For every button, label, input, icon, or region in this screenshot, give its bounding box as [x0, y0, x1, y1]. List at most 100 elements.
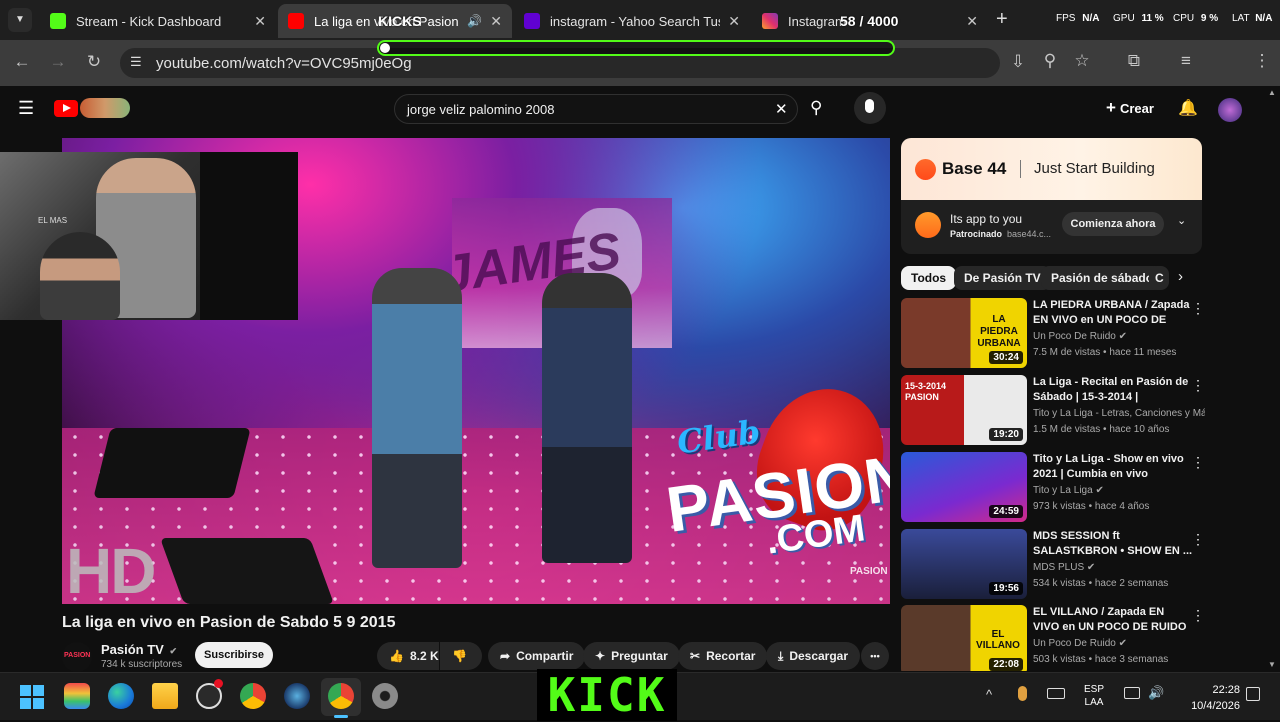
kebab-menu-icon[interactable]: ⋮ [1191, 300, 1205, 317]
zoom-icon[interactable]: ⚲ [1038, 51, 1062, 71]
file-explorer-icon[interactable] [152, 683, 178, 709]
dislike-button[interactable]: 👎 [440, 642, 482, 670]
notification-center-icon[interactable] [1246, 687, 1260, 701]
close-tab-icon[interactable]: ✕ [728, 13, 740, 30]
download-button[interactable]: ⤓ Descargar [766, 642, 861, 670]
recommendation-thumbnail[interactable]: LA PIEDRA URBANA 30:24 [901, 298, 1027, 368]
chrome-browser-icon[interactable] [240, 683, 266, 709]
forward-arrow-icon[interactable]: → [46, 52, 70, 72]
subscribe-button[interactable]: Suscribirse [195, 642, 273, 668]
chip-more[interactable]: C [1149, 266, 1169, 290]
ad-card[interactable]: Its app to you Patrocinado base44.c... C… [901, 200, 1202, 254]
kebab-menu-icon[interactable]: ⋮ [1191, 607, 1205, 624]
volume-tray-icon[interactable]: 🔊 [1148, 685, 1164, 701]
keyboard-tray-icon[interactable] [1047, 688, 1065, 699]
notifications-bell-icon[interactable]: 🔔 [1178, 98, 1198, 118]
new-tab-button[interactable]: + [996, 8, 1008, 31]
guide-menu-icon[interactable]: ☰ [18, 98, 34, 119]
back-arrow-icon[interactable]: ← [10, 52, 34, 72]
recommendation-thumbnail[interactable]: 19:56 [901, 529, 1027, 599]
speaker-icon[interactable]: 🔊 [467, 14, 482, 28]
recommendation-item[interactable]: LA PIEDRA URBANA 30:24 LA PIEDRA URBANA … [901, 298, 1211, 368]
recommendation-thumbnail[interactable]: EL VILLANO 22:08 [901, 605, 1027, 671]
fps-stat: FPS N/A [1056, 13, 1099, 24]
recommendation-item[interactable]: 15-3-2014 PASION 19:20 La Liga - Recital… [901, 375, 1211, 445]
ask-button[interactable]: ✦ Preguntar [583, 642, 680, 670]
edge-browser-icon[interactable] [108, 683, 134, 709]
yahoo-favicon-icon [524, 13, 540, 29]
kebab-menu-icon[interactable]: ⋮ [1191, 377, 1205, 394]
create-button[interactable]: + Crear [1106, 98, 1154, 118]
tab-yahoo-search[interactable]: instagram - Yahoo Search Tus r ✕ [514, 4, 750, 38]
obs-app-icon[interactable] [196, 679, 223, 709]
close-tab-icon[interactable]: ✕ [254, 13, 266, 30]
tab-kick-dashboard[interactable]: Stream - Kick Dashboard ✕ [40, 4, 276, 38]
search-button[interactable]: ⚲ [798, 94, 842, 124]
kick-logo-overlay: KICK [537, 669, 677, 721]
chip-pasion-de-sabado[interactable]: Pasión de sábado [1041, 266, 1164, 290]
channel-avatar[interactable]: PASION [62, 642, 92, 672]
microphone-tray-icon[interactable] [1018, 686, 1027, 701]
search-input[interactable]: jorge veliz palomino 2008 ✕ [394, 94, 798, 124]
voice-search-button[interactable] [854, 92, 886, 124]
page-scrollbar[interactable]: ▲ ▼ [1266, 88, 1278, 672]
channel-text: Un Poco De Ruido [1033, 331, 1116, 342]
ad-cta-button[interactable]: Comienza ahora [1062, 212, 1164, 236]
like-button[interactable]: 👍 8.2 K [377, 642, 439, 670]
channel-name[interactable]: Pasión TV ✔ [101, 642, 177, 657]
clock[interactable]: 22:28 10/4/2026 [1178, 682, 1240, 714]
chips-next-chevron-icon[interactable]: › [1178, 268, 1183, 285]
recommendation-item[interactable]: EL VILLANO 22:08 EL VILLANO / Zapada EN … [901, 605, 1211, 671]
kebab-menu-icon[interactable]: ⋮ [1191, 454, 1205, 471]
chip-all[interactable]: Todos [901, 266, 957, 290]
more-actions-button[interactable]: ••• [861, 642, 889, 670]
share-button[interactable]: ➦ Compartir [488, 642, 586, 670]
fps-label: FPS [1056, 13, 1076, 24]
scroll-down-arrow-icon[interactable]: ▼ [1268, 660, 1276, 669]
close-tab-icon[interactable]: ✕ [966, 13, 978, 30]
media-control-icon[interactable]: ≡ [1174, 51, 1198, 71]
clear-search-icon[interactable]: ✕ [775, 100, 788, 118]
chip-from-channel[interactable]: De Pasión TV [954, 266, 1051, 290]
show-hidden-icons-chevron-icon[interactable]: ^ [986, 687, 992, 702]
account-avatar[interactable] [1218, 98, 1242, 122]
settings-gear-icon[interactable] [372, 683, 398, 709]
recommendation-title: EL VILLANO / Zapada EN VIVO en UN POCO D… [1033, 606, 1187, 633]
windows-taskbar: KICK ^ ESP LAA 🔊 22:28 10/4/2026 [0, 669, 1280, 721]
recommendation-item[interactable]: 24:59 Tito y La Liga - Show en vivo 2021… [901, 452, 1211, 522]
ad-banner[interactable]: Base 44 Just Start Building [901, 138, 1202, 200]
clip-button[interactable]: ✂ Recortar [678, 642, 768, 670]
ad-expand-chevron-icon[interactable]: ⌄ [1177, 214, 1186, 227]
kebab-menu-icon[interactable]: ⋮ [1191, 531, 1205, 548]
recommendation-item[interactable]: 19:56 MDS SESSION ft SALASTKBRON • SHOW … [901, 529, 1211, 599]
chrome-menu-icon[interactable]: ⋮ [1250, 51, 1274, 71]
extensions-icon[interactable]: ⧉ [1122, 51, 1146, 71]
language-code: ESP [1084, 684, 1105, 695]
search-icon: ⚲ [810, 98, 823, 117]
age-text: hace 3 semanas [1094, 654, 1169, 665]
recommendation-thumbnail[interactable]: 15-3-2014 PASION 19:20 [901, 375, 1027, 445]
language-indicator[interactable]: ESP LAA [1084, 683, 1104, 709]
network-tray-icon[interactable] [1124, 687, 1140, 699]
youtube-logo-icon[interactable] [54, 100, 78, 117]
clock-time: 22:28 [1212, 684, 1240, 696]
recommendation-thumbnail[interactable]: 24:59 [901, 452, 1027, 522]
tab-search-dropdown[interactable]: ▼ [8, 8, 32, 32]
chrome-browser-active-icon[interactable] [328, 683, 354, 709]
bookmark-star-icon[interactable]: ☆ [1070, 51, 1094, 71]
recommendation-meta: 534 k vistas • hace 2 semanas [1033, 578, 1169, 589]
browser-tab-strip: ▼ Stream - Kick Dashboard ✕ La liga en v… [0, 0, 1280, 40]
site-info-icon[interactable]: ☰ [130, 54, 142, 70]
reload-icon[interactable]: ↻ [82, 52, 106, 72]
age-text: hace 4 años [1094, 501, 1150, 512]
install-app-icon[interactable]: ⇩ [1006, 52, 1030, 72]
ad-domain: base44.c... [1007, 229, 1052, 239]
scroll-up-arrow-icon[interactable]: ▲ [1268, 88, 1276, 97]
steam-app-icon[interactable] [284, 683, 310, 709]
close-tab-icon[interactable]: ✕ [490, 13, 502, 30]
channel-text: Un Poco De Ruido [1033, 638, 1116, 649]
windows-start-icon[interactable] [20, 685, 44, 709]
doodle-icon[interactable] [80, 98, 130, 118]
thumbs-down-icon: 👎 [452, 649, 467, 663]
layers-app-icon[interactable] [64, 683, 90, 709]
